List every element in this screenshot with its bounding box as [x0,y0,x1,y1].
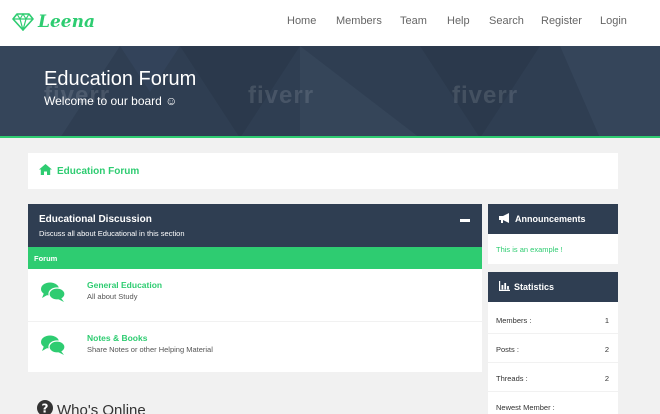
forum-description: All about Study [87,292,138,301]
category-header: Educational Discussion Discuss all about… [28,204,482,247]
nav-search[interactable]: Search [489,15,524,27]
stat-label: Threads : [496,374,528,383]
stat-value: 1 [604,316,609,325]
hero-banner: fiverr fiverr fiverr Education Forum Wel… [0,46,660,138]
stat-label: Newest Member : [496,403,555,412]
nav-members[interactable]: Members [336,15,382,27]
svg-text:?: ? [42,402,49,414]
chat-icon [40,281,66,308]
page-title: Education Forum [44,68,197,90]
statistics-body: Members : 1 Posts : 2 Threads : 2 Newest… [488,302,618,414]
category-panel: Educational Discussion Discuss all about… [28,204,482,372]
announcements-title: Announcements [515,214,586,224]
forum-row: General Education All about Study [28,269,482,319]
stat-row: Members : 1 [488,305,618,334]
announcement-text: This is an example ! [496,245,563,254]
breadcrumb-link[interactable]: Education Forum [57,166,139,177]
diamond-icon [12,13,34,31]
forum-description: Share Notes or other Helping Material [87,345,213,354]
stat-value: 2 [604,374,609,383]
nav-home[interactable]: Home [287,15,316,27]
statistics-header: Statistics [488,272,618,302]
nav-login[interactable]: Login [600,15,627,27]
whos-online-heading: ? Who's Online [37,400,146,414]
page-subtitle: Welcome to our board ☺ [44,94,178,108]
announcements-header: Announcements [488,204,618,234]
breadcrumb: Education Forum [28,153,618,189]
category-title[interactable]: Educational Discussion [39,214,152,225]
nav-help[interactable]: Help [447,15,470,27]
watermark: fiverr [248,82,315,109]
logo-text: Leena [38,12,95,32]
stat-label: Members : [496,316,532,325]
collapse-icon[interactable] [460,219,470,222]
top-navbar: Leena Home Members Team Help Search Regi… [0,0,660,46]
stat-row: Posts : 2 [488,334,618,363]
site-logo[interactable]: Leena [12,11,95,33]
whos-online-title: Who's Online [57,402,146,414]
question-circle-icon: ? [37,400,53,414]
nav-register[interactable]: Register [541,15,582,27]
forum-row: Notes & Books Share Notes or other Helpi… [28,322,482,372]
statistics-title: Statistics [514,282,555,292]
bullhorn-icon [499,210,511,228]
nav-team[interactable]: Team [400,15,427,27]
forum-column-label: Forum [34,254,58,263]
stat-row: Newest Member : [488,392,618,414]
announcements-body: This is an example ! [488,234,618,264]
stat-value: 2 [604,345,609,354]
forum-column-header: Forum [28,247,482,269]
chat-icon [40,334,66,361]
home-icon[interactable] [39,162,52,180]
category-description: Discuss all about Educational in this se… [39,229,185,238]
forum-link[interactable]: Notes & Books [87,333,147,343]
stat-row: Threads : 2 [488,363,618,392]
stat-label: Posts : [496,345,519,354]
forum-link[interactable]: General Education [87,280,162,290]
bar-chart-icon [499,278,510,296]
watermark: fiverr [452,82,519,109]
